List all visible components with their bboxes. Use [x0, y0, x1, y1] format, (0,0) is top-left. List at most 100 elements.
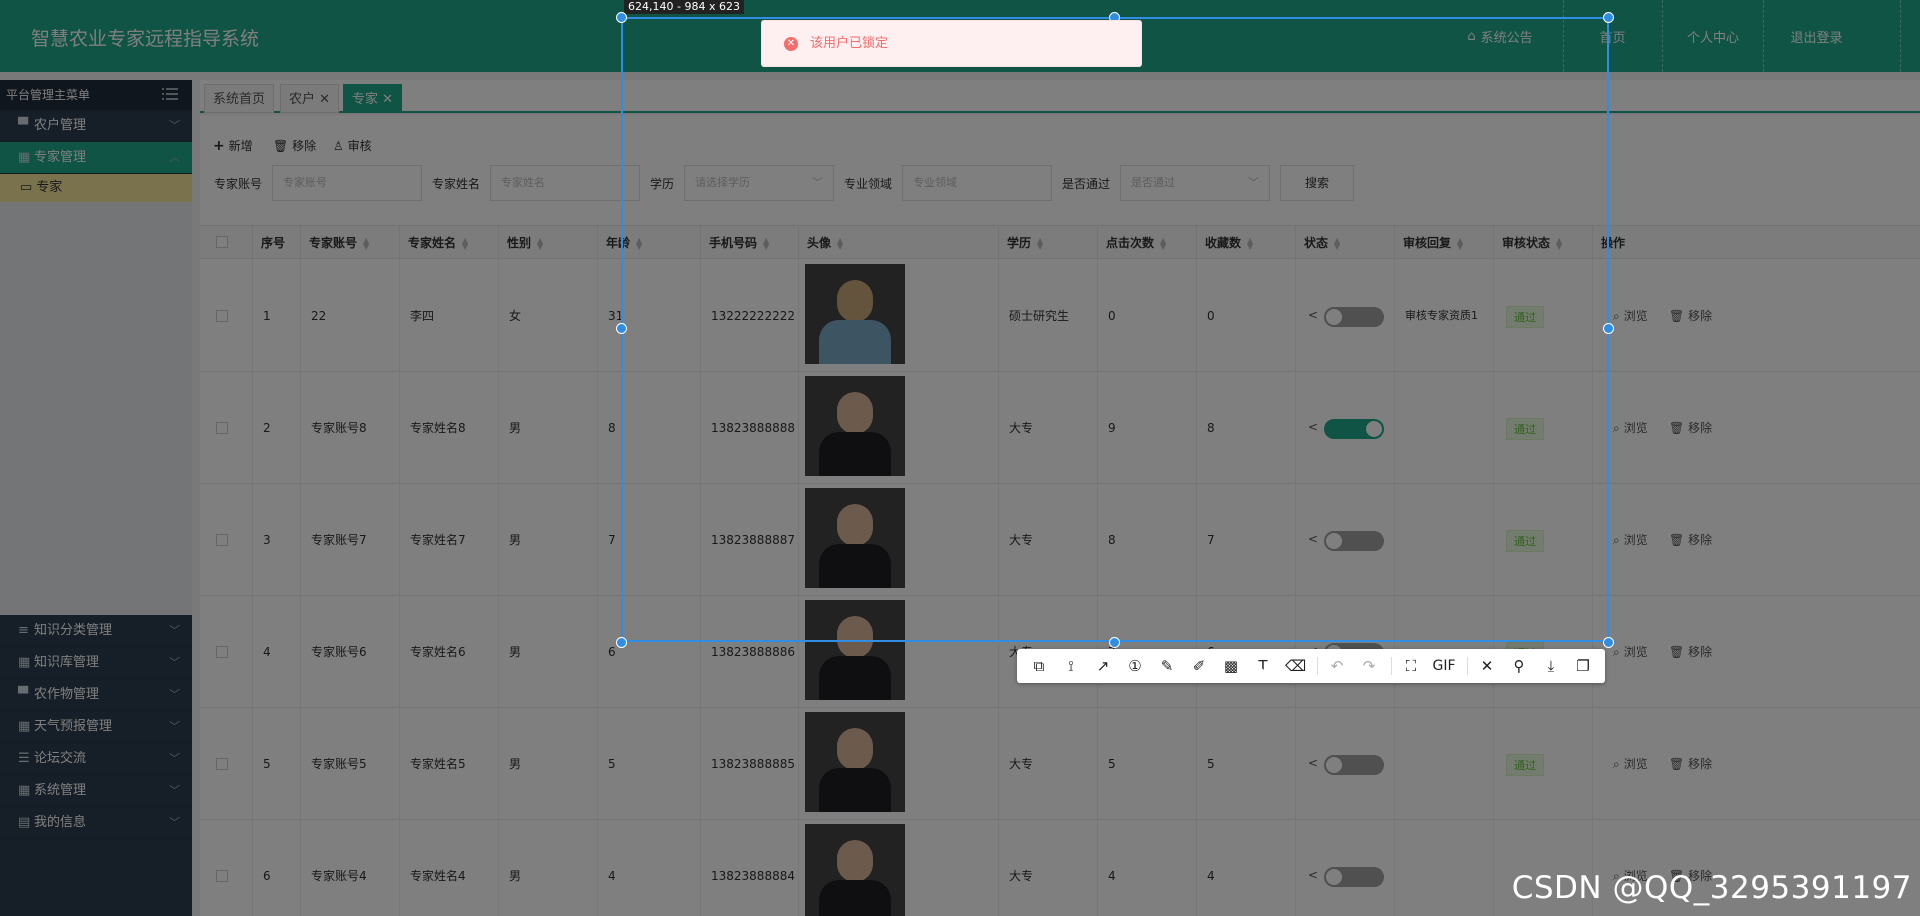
view-button[interactable]: ⌕ 浏览	[1613, 708, 1648, 820]
trash-icon: 🗑	[1669, 309, 1685, 323]
logout-link[interactable]: 退出登录	[1764, 0, 1869, 72]
resize-handle-w[interactable]	[616, 323, 627, 334]
capture-toolbar: ⧉ ⟟ ↗ ① ✎ ✐ ▩ T ⌫ ↶ ↷ ⛶ GIF ✕ ⚲ ⤓ ❐	[1017, 649, 1605, 683]
account-filter-input[interactable]: 专家账号	[272, 165, 422, 201]
resize-handle-nw[interactable]	[616, 12, 627, 23]
pencil-icon[interactable]: ✎	[1157, 656, 1177, 676]
sidebar-item-knowledge-category[interactable]: ≡ 知识分类管理 ﹀	[0, 615, 192, 647]
system-title: 智慧农业专家远程指导系统	[31, 28, 260, 50]
row-remove-button[interactable]: 🗑 移除	[1669, 260, 1712, 372]
redo-icon[interactable]: ↷	[1359, 656, 1379, 676]
mosaic-icon[interactable]: ▩	[1221, 656, 1241, 676]
row-checkbox[interactable]	[216, 646, 228, 658]
search-icon: ⌕	[1613, 421, 1620, 435]
search-icon: ⌕	[1613, 757, 1620, 771]
cell-name: 专家姓名4	[399, 820, 466, 916]
sidebar-item-farmer-mgmt[interactable]: ▀ 农户管理 ﹀	[0, 110, 192, 142]
sidebar-item-crop-mgmt[interactable]: ▀ 农作物管理 ﹀	[0, 679, 192, 711]
row-remove-button[interactable]: 🗑 移除	[1669, 708, 1712, 820]
row-checkbox[interactable]	[216, 870, 228, 882]
trash-icon: 🗑	[1669, 533, 1685, 547]
error-icon: ✕	[784, 37, 798, 51]
row-remove-button[interactable]: 🗑 移除	[1669, 596, 1712, 708]
remove-button[interactable]: 🗑 移除	[273, 137, 316, 154]
cell-age: 6	[597, 596, 616, 708]
download-icon[interactable]: ⤓	[1541, 656, 1561, 676]
resize-handle-s[interactable]	[1109, 637, 1120, 648]
sidebar-item-expert-mgmt[interactable]: ▦ 专家管理 ︿	[0, 142, 192, 174]
close-icon[interactable]: ✕	[1477, 656, 1497, 676]
chevron-down-icon: ﹀	[169, 656, 180, 669]
cell-actions: ⌕ 浏览 🗑 移除	[1592, 372, 1722, 484]
view-button[interactable]: ⌕ 浏览	[1613, 484, 1648, 596]
close-icon[interactable]: ✕	[315, 92, 330, 107]
capture-selection[interactable]	[621, 17, 1609, 642]
resize-handle-sw[interactable]	[616, 637, 627, 648]
col-no: 序号	[252, 226, 285, 260]
polyline-icon[interactable]: ⟟	[1061, 656, 1081, 676]
gif-button[interactable]: GIF	[1429, 656, 1459, 676]
cell-no: 5	[252, 708, 271, 820]
resize-handle-ne[interactable]	[1603, 12, 1614, 23]
row-checkbox[interactable]	[216, 758, 228, 770]
chevron-down-icon: ﹀	[169, 816, 180, 829]
add-button[interactable]: + 新增	[213, 137, 253, 154]
chevron-down-icon: ﹀	[169, 119, 180, 132]
highlighter-icon[interactable]: ✐	[1189, 656, 1209, 676]
row-remove-button[interactable]: 🗑 移除	[1669, 484, 1712, 596]
row-checkbox[interactable]	[216, 310, 228, 322]
col-account[interactable]: 专家账号 ▲ ▼	[300, 226, 369, 260]
cell-clicks: 5	[1097, 708, 1116, 820]
col-name[interactable]: 专家姓名 ▲ ▼	[399, 226, 468, 260]
screenshot-ocr-icon[interactable]: ⛶	[1401, 656, 1421, 676]
grid-icon: ▦	[18, 655, 31, 670]
toolbar-divider	[1467, 657, 1468, 675]
profile-link[interactable]: 个人中心	[1663, 0, 1763, 72]
sidebar-item-my-info[interactable]: ▤ 我的信息 ﹀	[0, 807, 192, 839]
cell-name: 专家姓名6	[399, 596, 466, 708]
error-toast: ✕ 该用户已锁定	[761, 20, 1142, 67]
status-badge: 通过	[1506, 754, 1544, 776]
audit-button[interactable]: ♙ 审核	[333, 137, 372, 154]
trash-icon: 🗑	[1669, 645, 1685, 659]
resize-handle-se[interactable]	[1603, 637, 1614, 648]
sidebar-empty-area	[0, 202, 192, 615]
eraser-icon[interactable]: ⌫	[1285, 656, 1306, 676]
sidebar-item-knowledge-base[interactable]: ▦ 知识库管理 ﹀	[0, 647, 192, 679]
row-checkbox[interactable]	[216, 534, 228, 546]
status-toggle[interactable]	[1324, 867, 1384, 887]
copy-icon[interactable]: ❐	[1573, 656, 1593, 676]
cell-actions: ⌕ 浏览 🗑 移除	[1592, 708, 1722, 820]
sidebar-item-forum[interactable]: ☰ 论坛交流 ﹀	[0, 743, 192, 775]
cell-gender: 女	[498, 260, 521, 372]
sidebar-item-weather[interactable]: ▦ 天气预报管理 ﹀	[0, 711, 192, 743]
user-icon: ♙	[333, 139, 344, 153]
cell-gender: 男	[498, 820, 521, 916]
sidebar-item-system[interactable]: ▦ 系统管理 ﹀	[0, 775, 192, 807]
undo-icon[interactable]: ↶	[1327, 656, 1347, 676]
arrow-icon[interactable]: ↗	[1093, 656, 1113, 676]
number-marker-icon[interactable]: ①	[1125, 656, 1145, 676]
row-remove-button[interactable]: 🗑 移除	[1669, 372, 1712, 484]
capture-dimensions: 624,140 - 984 x 623	[624, 0, 744, 14]
status-toggle[interactable]	[1324, 755, 1384, 775]
col-gender[interactable]: 性别 ▲ ▼	[498, 226, 543, 260]
name-filter-input[interactable]: 专家姓名	[490, 165, 640, 201]
cell-age: 4	[597, 820, 616, 916]
tab-home[interactable]: 系统首页	[204, 84, 275, 113]
pin-icon[interactable]: ⚲	[1509, 656, 1529, 676]
share-icon: <	[1308, 756, 1319, 770]
close-icon[interactable]: ✕	[378, 92, 393, 107]
view-button[interactable]: ⌕ 浏览	[1613, 372, 1648, 484]
sidebar-subitem-expert[interactable]: ▭ 专家	[0, 174, 192, 202]
shape-icon[interactable]: ⧉	[1029, 656, 1049, 676]
menu-toggle-icon[interactable]	[162, 88, 178, 100]
view-button[interactable]: ⌕ 浏览	[1613, 260, 1648, 372]
view-button[interactable]: ⌕ 浏览	[1613, 596, 1648, 708]
sidebar: 平台管理主菜单 ▀ 农户管理 ﹀ ▦ 专家管理 ︿ ▭ 专家 ≡ 知识分类管理 ﹀ ▦ 知识库管…	[0, 80, 192, 916]
tab-farmer[interactable]: 农户 ✕	[280, 84, 340, 113]
tab-expert[interactable]: 专家 ✕	[343, 84, 403, 113]
resize-handle-e[interactable]	[1603, 323, 1614, 334]
select-all-checkbox[interactable]	[216, 236, 228, 248]
row-checkbox[interactable]	[216, 422, 228, 434]
